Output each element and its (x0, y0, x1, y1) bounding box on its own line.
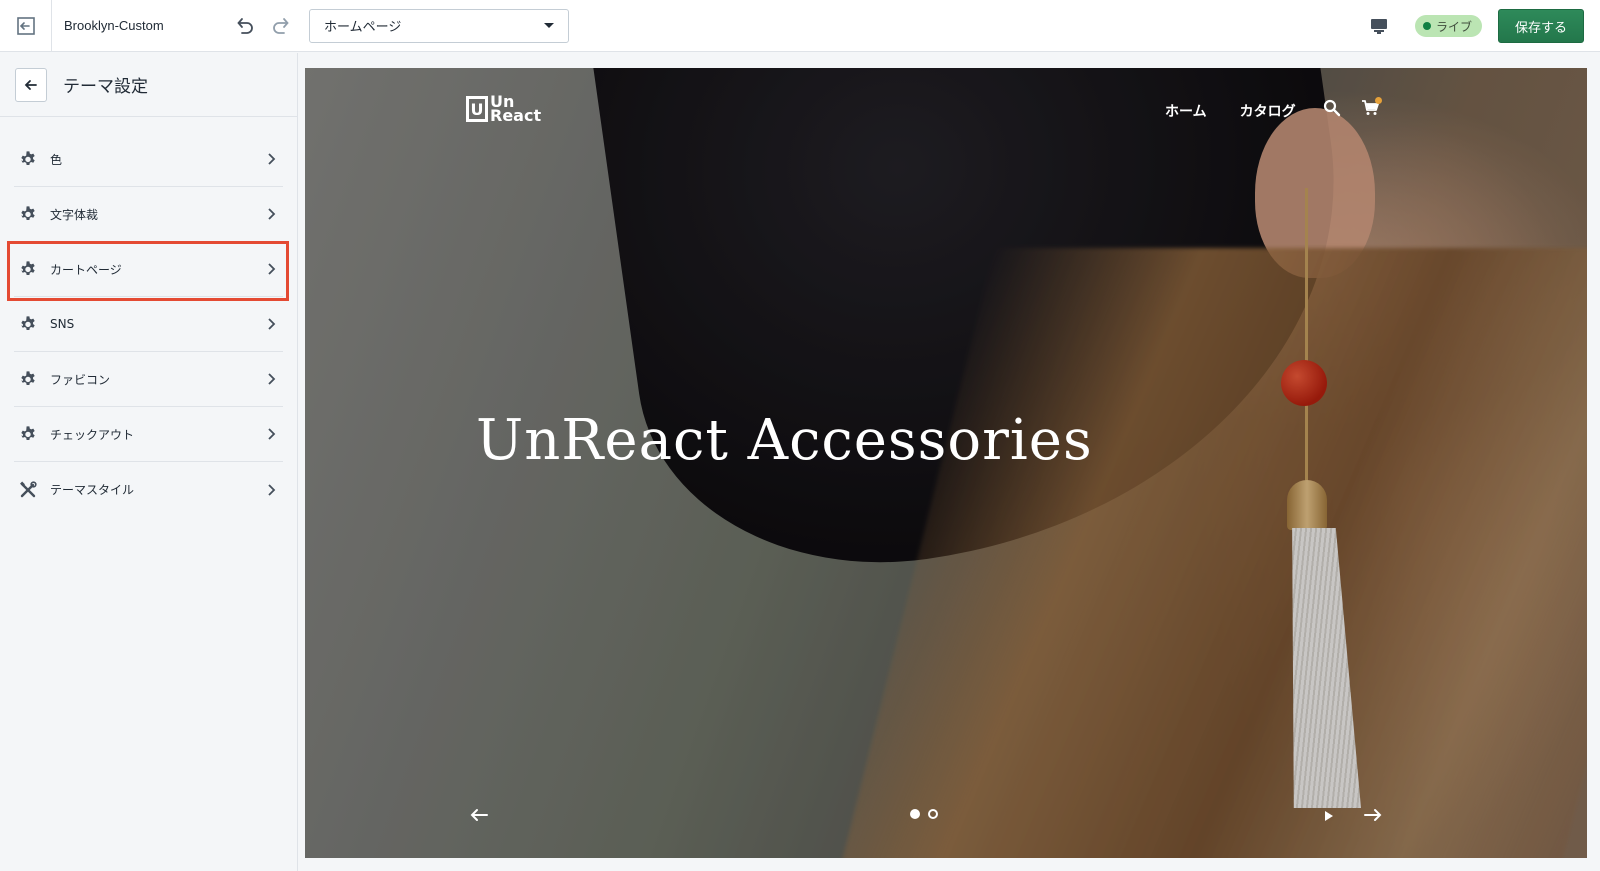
save-button[interactable]: 保存する (1497, 9, 1584, 43)
menu-item-label: テーマスタイル (50, 483, 135, 497)
settings-menu: 色 文字体裁 カートページ SNS ファビコン チェックアウト テーマスタイル (0, 132, 297, 517)
redo-icon (273, 17, 289, 34)
store-logo[interactable]: U Un React (466, 94, 542, 125)
redo-button[interactable] (269, 14, 293, 38)
undo-icon (237, 17, 253, 34)
undo-button[interactable] (233, 14, 257, 38)
gear-icon (18, 259, 38, 279)
editor-topbar: Brooklyn-Custom ホームページ ライブ 保存する (0, 0, 1600, 52)
search-button[interactable] (1322, 98, 1342, 118)
chevron-right-icon (268, 263, 276, 275)
slider-dot-1[interactable] (910, 809, 920, 819)
chevron-right-icon (268, 318, 276, 330)
live-dot-icon (1422, 22, 1431, 30)
theme-settings-sidebar: テーマ設定 色 文字体裁 カートページ SNS ファビコン チェックアウト テー… (0, 53, 298, 871)
gear-icon (18, 204, 38, 224)
store-header: U Un React ホーム カタログ (305, 68, 1587, 158)
menu-item-label: 文字体裁 (50, 207, 99, 222)
theme-name: Brooklyn-Custom (64, 18, 164, 33)
arrow-left-icon (24, 79, 37, 90)
menu-item-favicon[interactable]: ファビコン (14, 352, 283, 407)
sidebar-header: テーマ設定 (0, 53, 297, 117)
slider-dots (910, 809, 938, 819)
storefront-preview[interactable]: U Un React ホーム カタログ UnReact Accessories (305, 68, 1587, 858)
page-select[interactable]: ホームページ (309, 8, 569, 43)
nav-link-catalog[interactable]: カタログ (1240, 101, 1296, 121)
menu-item-label: チェックアウト (50, 427, 135, 442)
live-status-badge: ライブ (1414, 15, 1482, 37)
gear-icon (18, 314, 38, 334)
logo-text: Un React (490, 94, 542, 125)
back-button[interactable] (15, 67, 47, 102)
page-select-value: ホームページ (324, 20, 402, 35)
sidebar-title: テーマ設定 (63, 77, 148, 97)
cart-count-dot (1375, 97, 1382, 104)
chevron-right-icon (268, 373, 276, 385)
menu-item-sns[interactable]: SNS (14, 297, 283, 352)
chevron-right-icon (268, 428, 276, 440)
search-icon (1323, 99, 1341, 117)
tools-icon (18, 480, 38, 500)
chevron-right-icon (268, 153, 276, 165)
gear-icon (18, 149, 38, 169)
caret-down-icon (544, 23, 554, 28)
desktop-icon (1370, 19, 1387, 34)
slider-next-arrow-icon[interactable] (1363, 808, 1383, 822)
gear-icon (18, 424, 38, 444)
slider-dot-2[interactable] (928, 809, 938, 819)
logo-box: U (466, 96, 488, 122)
store-nav: ホーム カタログ (1165, 101, 1296, 121)
menu-item-label: 色 (50, 152, 63, 167)
live-label: ライブ (1435, 19, 1472, 34)
menu-item-checkout[interactable]: チェックアウト (14, 407, 283, 462)
menu-item-theme-style[interactable]: テーマスタイル (14, 462, 283, 517)
gear-icon (18, 369, 38, 389)
slider-play-icon[interactable] (1323, 809, 1335, 823)
store-nav-icons (1322, 97, 1382, 118)
menu-item-typography[interactable]: 文字体裁 (14, 187, 283, 242)
device-preview-button[interactable] (1367, 14, 1391, 38)
hero-title: UnReact Accessories (476, 408, 1093, 473)
cart-button[interactable] (1360, 97, 1382, 118)
nav-link-home[interactable]: ホーム (1165, 101, 1207, 121)
logo-text-line2: React (490, 106, 542, 125)
slider-prev-arrow-icon[interactable] (469, 808, 489, 822)
exit-icon (16, 16, 35, 35)
menu-item-label: SNS (50, 317, 75, 331)
menu-item-colors[interactable]: 色 (14, 132, 283, 187)
exit-editor-button[interactable] (0, 0, 52, 52)
chevron-right-icon (268, 208, 276, 220)
menu-item-label: カートページ (50, 262, 122, 277)
menu-item-label: ファビコン (50, 372, 111, 387)
chevron-right-icon (268, 483, 276, 496)
menu-item-cart-page[interactable]: カートページ (7, 241, 289, 301)
